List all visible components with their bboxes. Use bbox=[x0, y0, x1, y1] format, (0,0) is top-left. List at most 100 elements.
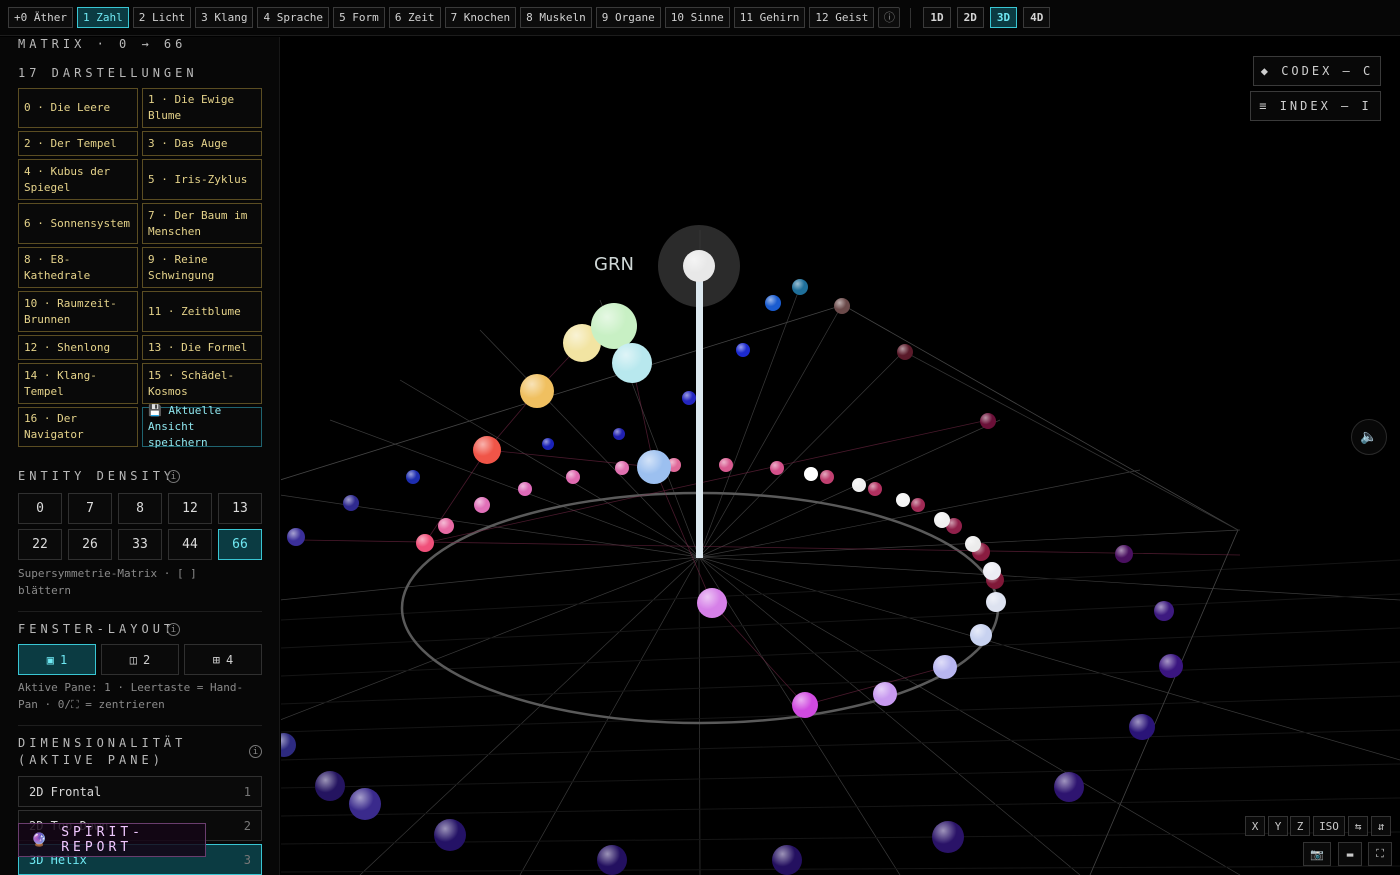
grid-line bbox=[698, 556, 1400, 761]
sphere-highlight bbox=[406, 470, 420, 484]
layer-tab[interactable]: 8 Muskeln bbox=[520, 7, 592, 28]
axis-button[interactable]: ISO bbox=[1313, 816, 1345, 836]
preset-button[interactable]: 9 · Reine Schwingung bbox=[142, 247, 262, 288]
layer-tab[interactable]: 2 Licht bbox=[132, 7, 192, 28]
density-option[interactable]: 13 bbox=[218, 493, 262, 524]
density-info-icon[interactable]: i bbox=[167, 470, 180, 483]
grid-line bbox=[329, 419, 700, 558]
preset-button[interactable]: 14 · Klang-Tempel bbox=[18, 363, 138, 404]
layer-tab[interactable]: 1 Zahl bbox=[76, 7, 129, 28]
layout-label: 1 bbox=[60, 652, 68, 667]
preset-button[interactable]: 8 · E8-Kathedrale bbox=[18, 247, 138, 288]
preset-button[interactable]: 0 · Die Leere bbox=[18, 88, 138, 128]
preset-button[interactable]: 13 · Die Formel bbox=[142, 335, 262, 360]
info-icon[interactable]: ⓘ bbox=[878, 7, 901, 28]
axis-button[interactable]: Y bbox=[1268, 816, 1288, 836]
layout-label: 4 bbox=[226, 652, 234, 667]
layer-tab[interactable]: +0 Äther bbox=[8, 7, 73, 28]
axis-button[interactable]: X bbox=[1245, 816, 1265, 836]
layer-tab[interactable]: 11 Gehirn bbox=[733, 7, 806, 28]
spirit-report-button[interactable]: 🔮 SPIRIT-REPORT bbox=[18, 823, 206, 857]
fullscreen-icon[interactable]: ⛶ bbox=[1368, 842, 1392, 866]
axis-button[interactable]: Z bbox=[1290, 816, 1310, 836]
sphere-highlight bbox=[438, 518, 454, 534]
layer-tab[interactable]: 12 Geist bbox=[809, 7, 875, 28]
density-option[interactable]: 33 bbox=[118, 529, 162, 560]
sphere-highlight bbox=[518, 482, 532, 496]
preset-button[interactable]: 15 · Schädel-Kosmos bbox=[142, 363, 262, 404]
sphere-highlight bbox=[315, 771, 345, 801]
density-option[interactable]: 44 bbox=[168, 529, 212, 560]
index-button[interactable]: ≡ INDEX — I bbox=[1250, 91, 1381, 121]
axis-button[interactable]: ⇵ bbox=[1371, 816, 1391, 836]
preset-button[interactable]: 7 · Der Baum im Menschen bbox=[142, 203, 262, 244]
sphere-highlight bbox=[820, 470, 834, 484]
matrix-title: MATRIX · 0 → 66 bbox=[18, 37, 187, 51]
layer-tab[interactable]: 3 Klang bbox=[195, 7, 254, 28]
grid-line bbox=[698, 556, 1081, 875]
density-option[interactable]: 7 bbox=[68, 493, 112, 524]
sphere-highlight bbox=[896, 493, 910, 507]
grid-line bbox=[281, 556, 700, 601]
sphere-highlight bbox=[682, 391, 696, 405]
codex-button[interactable]: ◆ CODEX — C bbox=[1253, 56, 1381, 86]
dimension-tab-1d[interactable]: 1D bbox=[923, 7, 951, 28]
sphere-highlight bbox=[697, 588, 727, 618]
helix-scene[interactable] bbox=[281, 37, 1400, 875]
axis-button[interactable]: ⇆ bbox=[1348, 816, 1368, 836]
camera-icon[interactable]: 📷 bbox=[1303, 842, 1331, 866]
density-option[interactable]: 66 bbox=[218, 529, 262, 560]
density-option[interactable]: 22 bbox=[18, 529, 62, 560]
mode-shortcut: 2 bbox=[243, 818, 251, 833]
dimension-tab-4d[interactable]: 4D bbox=[1023, 7, 1051, 28]
density-option[interactable]: 12 bbox=[168, 493, 212, 524]
layer-tab[interactable]: 4 Sprache bbox=[257, 7, 330, 28]
layout-1-pane-button[interactable]: ▣ 1 bbox=[18, 644, 96, 675]
sphere-highlight bbox=[792, 279, 808, 295]
preset-button[interactable]: 11 · Zeitblume bbox=[142, 291, 262, 332]
preset-button[interactable]: 6 · Sonnensystem bbox=[18, 203, 138, 244]
floor-grid-line bbox=[281, 865, 1400, 873]
sphere-highlight bbox=[612, 343, 652, 383]
preset-button[interactable]: 16 · Der Navigator bbox=[18, 407, 138, 447]
dimensionality-title: DIMENSIONALITÄT bbox=[18, 736, 187, 750]
preset-button[interactable]: 12 · Shenlong bbox=[18, 335, 138, 360]
density-title: ENTITY DENSITY bbox=[18, 469, 176, 483]
preset-button[interactable]: 4 · Kubus der Spiegel bbox=[18, 159, 138, 200]
save-view-button[interactable]: 💾 Aktuelle Ansicht speichern bbox=[142, 404, 262, 449]
density-option[interactable]: 26 bbox=[68, 529, 112, 560]
dimensionality-mode[interactable]: 2D Frontal 1 bbox=[18, 776, 262, 807]
sphere-highlight bbox=[287, 528, 305, 546]
preset-button[interactable]: 3 · Das Auge bbox=[142, 131, 262, 156]
sphere-highlight bbox=[637, 450, 671, 484]
dimension-tab-3d[interactable]: 3D bbox=[989, 7, 1018, 28]
density-option[interactable]: 8 bbox=[118, 493, 162, 524]
dimensionality-info-icon[interactable]: i bbox=[249, 745, 262, 758]
preset-button[interactable]: 2 · Der Tempel bbox=[18, 131, 138, 156]
sphere-highlight bbox=[597, 845, 627, 875]
layer-tab[interactable]: 10 Sinne bbox=[664, 7, 730, 28]
sphere-highlight bbox=[765, 295, 781, 311]
layer-tab[interactable]: 6 Zeit bbox=[388, 7, 441, 28]
3d-viewport[interactable]: GRN ◆ CODEX — C ≡ INDEX — I 🔈 X Y Z ISO ⇆ ⇵ 📷… bbox=[281, 37, 1400, 875]
sphere-highlight bbox=[349, 788, 381, 820]
preset-button[interactable]: 5 · Iris-Zyklus bbox=[142, 159, 262, 200]
layout-info-icon[interactable]: i bbox=[167, 623, 180, 636]
connection-line bbox=[653, 466, 713, 604]
floor-grid-line bbox=[281, 797, 1400, 817]
mute-audio-icon[interactable]: 🔈 bbox=[1351, 419, 1387, 455]
layer-tab[interactable]: 5 Form bbox=[333, 7, 385, 28]
layer-tab[interactable]: 7 Knochen bbox=[444, 7, 517, 28]
mode-label: 2D Frontal bbox=[29, 784, 102, 799]
panel-icon[interactable]: ▬ bbox=[1338, 842, 1362, 866]
sphere-highlight bbox=[852, 478, 866, 492]
density-option[interactable]: 0 bbox=[18, 493, 62, 524]
floor-grid-line bbox=[281, 695, 1400, 733]
preset-button[interactable]: 10 · Raumzeit-Brunnen bbox=[18, 291, 138, 332]
layer-tab[interactable]: 9 Organe bbox=[595, 7, 661, 28]
dimension-tab-2d[interactable]: 2D bbox=[956, 7, 984, 28]
layout-4-pane-button[interactable]: ⊞ 4 bbox=[184, 644, 262, 675]
frame-line bbox=[904, 351, 1239, 531]
preset-button[interactable]: 1 · Die Ewige Blume bbox=[142, 88, 262, 128]
layout-2-pane-button[interactable]: ◫ 2 bbox=[101, 644, 179, 675]
